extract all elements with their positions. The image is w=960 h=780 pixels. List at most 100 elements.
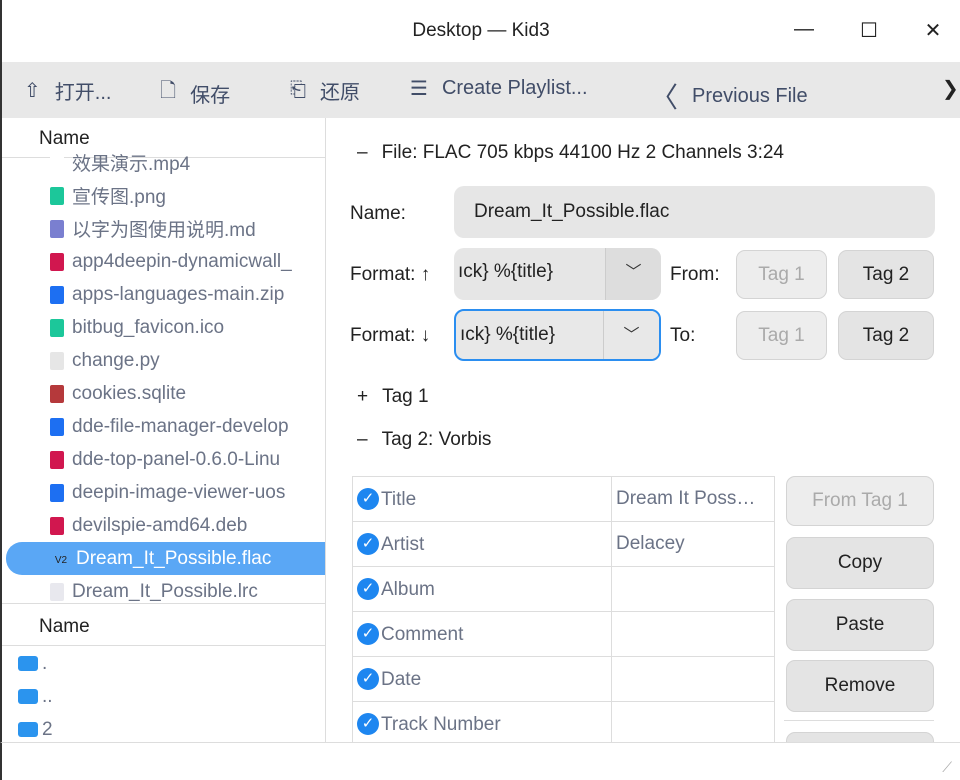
format-down-combo[interactable]: ıck} %{title} ﹀ xyxy=(454,309,661,361)
tag2-section[interactable]: – Tag 2: Vorbis xyxy=(357,429,491,451)
file-type-icon xyxy=(50,417,64,436)
frame-value[interactable] xyxy=(611,702,774,742)
frame-value[interactable] xyxy=(611,612,774,656)
collapse-icon: – xyxy=(357,142,368,163)
checkbox-checked-icon[interactable]: ✓ xyxy=(357,488,379,510)
from-tag2-button[interactable]: Tag 2 xyxy=(838,250,934,299)
file-info-text: File: FLAC 705 kbps 44100 Hz 2 Channels … xyxy=(381,142,784,163)
from-label: From: xyxy=(670,264,720,285)
frame-value[interactable]: Delacey xyxy=(611,522,774,566)
dir-name: .. xyxy=(42,685,53,707)
file-item[interactable]: apps-languages-main.zip xyxy=(2,278,324,311)
splitter[interactable]: Name ... 2 xyxy=(2,603,325,740)
create-playlist-button[interactable]: ☰ Create Playlist... xyxy=(410,76,588,101)
frame-name: Title xyxy=(381,489,417,510)
frame-row[interactable]: ✓ Artist Delacey xyxy=(353,522,774,567)
tag1-section[interactable]: + Tag 1 xyxy=(357,386,429,408)
file-item[interactable]: deepin-image-viewer-uos xyxy=(2,476,324,509)
paste-button[interactable]: Paste xyxy=(786,599,934,651)
file-type-icon xyxy=(50,483,64,502)
file-item[interactable]: V2 Dream_It_Possible.flac xyxy=(6,542,325,575)
tag2-label: Tag 2: Vorbis xyxy=(381,429,492,450)
file-item[interactable]: 以字为图使用说明.md xyxy=(2,212,324,245)
frame-row[interactable]: ✓ Comment xyxy=(353,612,774,657)
open-button[interactable]: ⇧ 打开... xyxy=(24,76,111,105)
file-name: dde-top-panel-0.6.0-Linu xyxy=(72,448,281,470)
save-button[interactable]: 🗋 保存 xyxy=(160,76,230,110)
file-browser: Name 效果演示.mp4 宣传图.png 以字为图使用说明.md app4deepi… xyxy=(0,118,326,742)
file-name: 以字为图使用说明.md xyxy=(72,220,256,241)
chevron-down-icon[interactable]: ﹀ xyxy=(605,248,661,300)
copy-button[interactable]: Copy xyxy=(786,537,934,589)
frame-row[interactable]: ✓ Track Number xyxy=(353,702,774,742)
tag1-label: Tag 1 xyxy=(382,386,429,407)
file-info-section[interactable]: – File: FLAC 705 kbps 44100 Hz 2 Channels… xyxy=(357,142,784,164)
more-action-button[interactable] xyxy=(786,732,934,742)
open-label: 打开... xyxy=(54,82,112,104)
close-button[interactable]: ✕ xyxy=(918,18,948,43)
dir-item[interactable]: .. xyxy=(2,680,324,713)
checkbox-checked-icon[interactable]: ✓ xyxy=(357,578,379,600)
file-item[interactable]: 宣传图.png xyxy=(2,179,324,212)
name-label: Name: xyxy=(350,203,406,224)
file-type-icon xyxy=(50,516,64,535)
file-item[interactable]: dde-file-manager-develop xyxy=(2,410,324,443)
folder-icon xyxy=(18,656,38,671)
to-tag1-button[interactable]: Tag 1 xyxy=(736,311,827,360)
file-name: devilspie-amd64.deb xyxy=(72,514,248,536)
file-type-icon: V2 xyxy=(54,554,68,566)
frame-row[interactable]: ✓ Title Dream It Poss… xyxy=(353,477,774,522)
dir-item[interactable]: . xyxy=(2,647,324,680)
chevron-down-icon[interactable]: ﹀ xyxy=(603,311,659,359)
frame-row[interactable]: ✓ Album xyxy=(353,567,774,612)
checkbox-checked-icon[interactable]: ✓ xyxy=(357,713,379,735)
format-down-value: ıck} %{title} xyxy=(460,324,556,345)
resize-grip-icon[interactable]: ⟋ xyxy=(942,759,952,776)
frame-value[interactable]: Dream It Poss… xyxy=(611,477,774,521)
frame-value[interactable] xyxy=(611,567,774,611)
file-item[interactable]: dde-top-panel-0.6.0-Linu xyxy=(2,443,324,476)
to-tag2-button[interactable]: Tag 2 xyxy=(838,311,934,360)
maximize-button[interactable]: ☐ xyxy=(854,18,884,43)
remove-button[interactable]: Remove xyxy=(786,660,934,712)
title-bar: Desktop — Kid3 — ☐ ✕ xyxy=(0,0,960,62)
file-type-icon xyxy=(50,186,64,205)
dirs-header[interactable]: Name xyxy=(2,606,325,646)
frame-name: Date xyxy=(381,669,422,690)
dir-item[interactable]: 2 xyxy=(2,713,324,742)
dir-name: . xyxy=(42,652,48,674)
file-type-icon xyxy=(50,285,64,304)
file-type-icon xyxy=(50,252,64,271)
previous-file-button[interactable]: 〈 Previous File xyxy=(650,76,808,116)
dir-name: 2 xyxy=(42,718,53,740)
from-tag1-button[interactable]: Tag 1 xyxy=(736,250,827,299)
frame-name: Comment xyxy=(381,624,464,645)
file-item[interactable]: cookies.sqlite xyxy=(2,377,324,410)
file-type-icon xyxy=(50,384,64,403)
folder-icon xyxy=(18,722,38,737)
checkbox-checked-icon[interactable]: ✓ xyxy=(357,533,379,555)
revert-label: 还原 xyxy=(320,82,360,104)
checkbox-checked-icon[interactable]: ✓ xyxy=(357,668,379,690)
file-name: 效果演示.mp4 xyxy=(72,154,191,175)
file-item[interactable]: bitbug_favicon.ico xyxy=(2,311,324,344)
minimize-button[interactable]: — xyxy=(789,18,819,41)
more-button[interactable]: ❯❯ xyxy=(942,76,960,101)
file-item[interactable]: devilspie-amd64.deb xyxy=(2,509,324,542)
format-up-combo[interactable]: ıck} %{title} ﹀ xyxy=(454,248,661,300)
file-type-icon xyxy=(50,318,64,337)
from-tag1-action-button[interactable]: From Tag 1 xyxy=(786,476,934,526)
status-bar: ⟋ xyxy=(0,742,960,780)
file-item[interactable]: app4deepin-dynamicwall_ xyxy=(2,245,324,278)
file-name: dde-file-manager-develop xyxy=(72,415,289,437)
frames-table: ✓ Title Dream It Poss… ✓ Artist Delacey ✓ Album… xyxy=(352,476,775,742)
file-item[interactable]: change.py xyxy=(2,344,324,377)
frame-value[interactable] xyxy=(611,657,774,701)
file-name: 宣传图.png xyxy=(72,187,166,208)
file-item[interactable]: 效果演示.mp4 xyxy=(2,146,324,179)
filename-input[interactable]: Dream_It_Possible.flac xyxy=(454,186,935,238)
frame-row[interactable]: ✓ Date xyxy=(353,657,774,702)
file-name: Dream_It_Possible.lrc xyxy=(72,580,258,602)
revert-button[interactable]: ⎗ 还原 xyxy=(290,76,360,105)
checkbox-checked-icon[interactable]: ✓ xyxy=(357,623,379,645)
